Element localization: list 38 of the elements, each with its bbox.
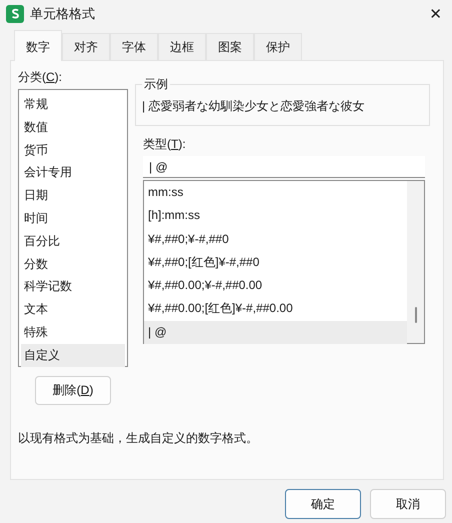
format-item[interactable]: ¥#,##0;[红色]¥-#,##0 <box>144 250 407 274</box>
format-item[interactable]: | @ <box>144 320 407 344</box>
tab[interactable]: 边框 <box>158 33 206 61</box>
format-item[interactable]: [h]:mm:ss <box>144 204 407 228</box>
cancel-button[interactable]: 取消 <box>370 489 446 519</box>
tab[interactable]: 对齐 <box>62 33 110 61</box>
category-label: 分类(C): <box>18 69 64 86</box>
category-item[interactable]: 特殊 <box>21 320 125 344</box>
category-item[interactable]: 货币 <box>21 138 125 162</box>
tab[interactable]: 保护 <box>254 33 302 61</box>
tab[interactable]: 图案 <box>206 33 254 61</box>
tab[interactable]: 数字 <box>14 30 62 61</box>
sample-text: | 恋愛弱者な幼馴染少女と恋愛強者な彼女 <box>142 99 364 113</box>
format-item[interactable]: ¥#,##0;¥-#,##0 <box>144 228 407 251</box>
ok-button[interactable]: 确定 <box>285 489 361 519</box>
close-button[interactable]: ✕ <box>425 5 446 23</box>
window-title: 单元格格式 <box>30 5 96 23</box>
tab[interactable]: 字体 <box>110 33 158 61</box>
delete-button[interactable]: 删除(D) <box>35 376 111 405</box>
app-icon <box>6 5 24 23</box>
category-item[interactable]: 百分比 <box>21 230 125 253</box>
description-text: 以现有格式为基础，生成自定义的数字格式。 <box>18 430 259 447</box>
format-item[interactable]: mm:ss <box>144 181 407 204</box>
category-item[interactable]: 分数 <box>21 252 125 276</box>
category-item[interactable]: 时间 <box>21 206 125 230</box>
format-item[interactable]: ¥#,##0.00;¥-#,##0.00 <box>144 274 407 298</box>
sample-legend: 示例 <box>142 76 170 93</box>
category-item[interactable]: 常规 <box>21 93 125 116</box>
category-item[interactable]: 数值 <box>21 116 125 139</box>
scrollbar[interactable] <box>407 181 424 343</box>
category-item[interactable]: 会计专用 <box>21 161 125 184</box>
category-item[interactable]: 科学记数 <box>21 275 125 298</box>
category-item[interactable]: 日期 <box>21 184 125 207</box>
type-field[interactable]: | @ <box>143 156 425 178</box>
category-item[interactable]: 文本 <box>21 298 125 321</box>
type-label: 类型(T): <box>143 136 187 153</box>
category-item[interactable]: 自定义 <box>21 344 125 367</box>
format-item[interactable]: ¥#,##0.00;[红色]¥-#,##0.00 <box>144 297 407 321</box>
